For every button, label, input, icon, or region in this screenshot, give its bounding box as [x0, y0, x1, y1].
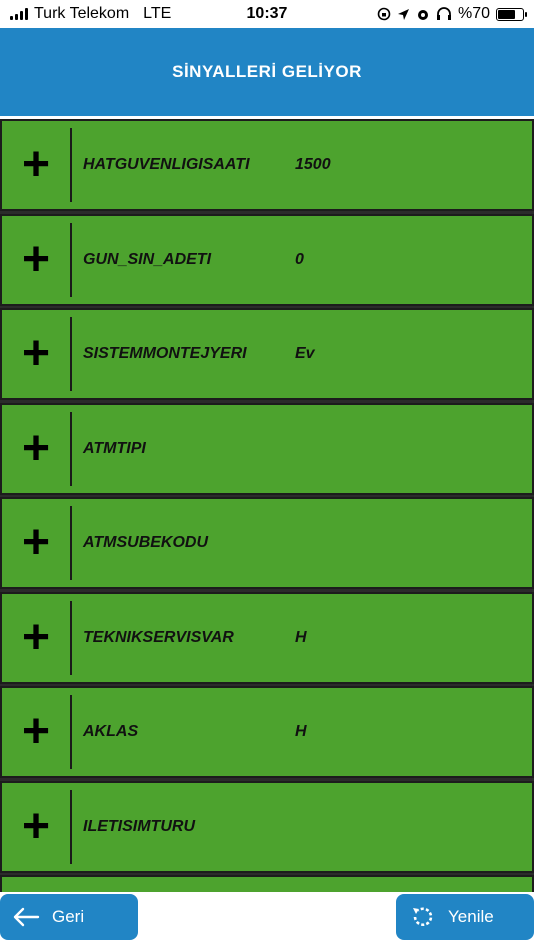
orientation-lock-icon: [377, 7, 391, 21]
row-divider: [70, 411, 72, 486]
row-divider: [70, 695, 72, 769]
signal-row[interactable]: + ATMTIPI: [0, 402, 534, 495]
signal-label: HATGUVENLIGISAATI: [83, 156, 250, 173]
signal-value: H: [295, 723, 307, 740]
row-divider: [70, 222, 72, 297]
plus-icon[interactable]: +: [2, 310, 70, 398]
plus-icon[interactable]: +: [2, 499, 70, 587]
signal-row-partial[interactable]: [0, 875, 534, 892]
signal-row[interactable]: + AKLAS H: [0, 686, 534, 778]
headphones-icon: [436, 7, 451, 20]
row-divider: [70, 128, 72, 202]
carrier-name: Turk Telekom: [34, 5, 130, 22]
signal-value: H: [295, 628, 307, 646]
refresh-button-label: Yenile: [448, 907, 494, 926]
alarm-icon: [417, 10, 428, 20]
page-title: SİNYALLERİ GELİYOR: [172, 62, 362, 81]
battery-percent: %70: [457, 5, 490, 22]
arrow-left-icon: [13, 907, 40, 927]
refresh-icon: [413, 907, 433, 926]
row-divider: [70, 317, 72, 391]
location-icon: [397, 8, 409, 20]
back-button[interactable]: Geri: [0, 894, 138, 940]
signal-value: 1500: [295, 156, 331, 173]
row-divider: [70, 506, 72, 580]
row-divider: [70, 600, 72, 675]
signal-row[interactable]: + GUN_SIN_ADETI 0: [0, 213, 534, 306]
signal-value: 0: [295, 250, 304, 268]
signal-label: ATMTIPI: [83, 439, 146, 457]
signal-icon: [10, 8, 28, 20]
signal-row[interactable]: + TEKNIKSERVISVAR H: [0, 591, 534, 684]
battery-icon: [496, 7, 527, 21]
plus-icon[interactable]: +: [2, 783, 70, 871]
signal-label: ILETISIMTURU: [83, 817, 195, 835]
status-right: %70: [377, 5, 527, 23]
plus-icon[interactable]: +: [2, 216, 70, 304]
signal-value: Ev: [295, 345, 315, 362]
plus-icon[interactable]: +: [2, 405, 70, 493]
network-type: LTE: [143, 5, 172, 22]
back-button-label: Geri: [52, 907, 85, 926]
signal-list: + HATGUVENLIGISAATI 1500 + GUN_SIN_ADETI 0 + SI…: [0, 119, 534, 892]
signal-row[interactable]: + ILETISIMTURU: [0, 780, 534, 873]
signal-label: ATMSUBEKODU: [83, 534, 209, 551]
signal-label: TEKNIKSERVISVAR: [83, 628, 234, 646]
page-header: SİNYALLERİ GELİYOR: [0, 28, 534, 116]
footer-bar: Geri Yenile: [0, 892, 534, 950]
plus-icon[interactable]: +: [2, 121, 70, 209]
signal-row[interactable]: + HATGUVENLIGISAATI 1500: [0, 119, 534, 211]
battery-fill: [498, 9, 515, 19]
signal-row[interactable]: + ATMSUBEKODU: [0, 497, 534, 589]
signal-label: GUN_SIN_ADETI: [83, 250, 212, 268]
signal-row[interactable]: + SISTEMMONTEJYERI Ev: [0, 308, 534, 400]
signal-label: SISTEMMONTEJYERI: [83, 345, 247, 362]
refresh-button[interactable]: Yenile: [396, 894, 534, 940]
status-bar: Turk Telekom LTE 10:37 %70: [0, 0, 534, 28]
signal-label: AKLAS: [83, 723, 139, 740]
plus-icon[interactable]: +: [2, 594, 70, 682]
status-left: Turk Telekom LTE: [10, 5, 171, 23]
row-divider: [70, 789, 72, 864]
plus-icon[interactable]: +: [2, 688, 70, 776]
